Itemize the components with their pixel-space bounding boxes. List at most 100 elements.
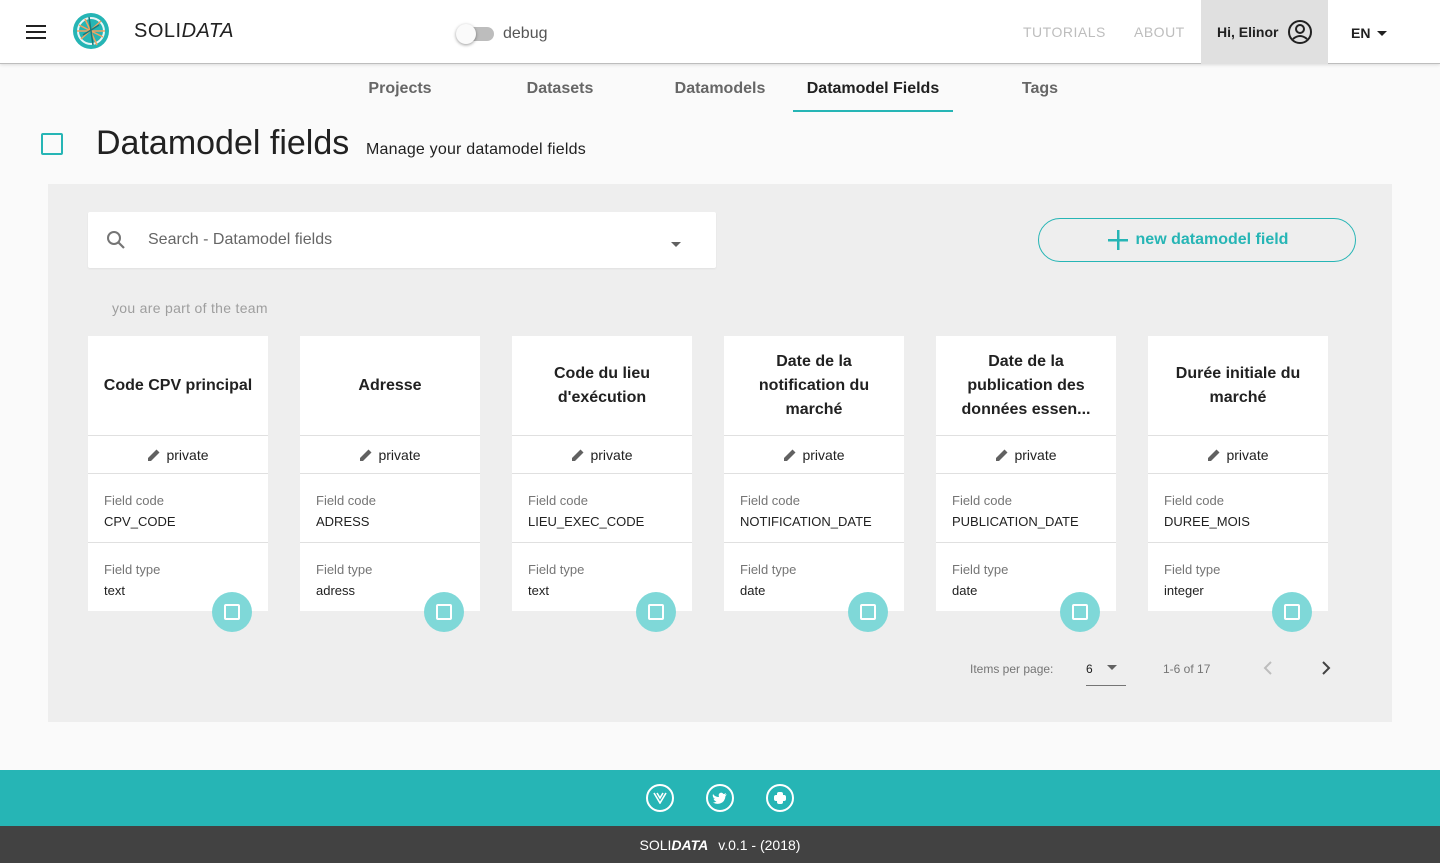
visibility-row[interactable]: private [1148,436,1328,474]
field-type-label: Field type [104,562,161,577]
page-title: Datamodel fields [96,124,350,162]
card-title[interactable]: Date de la publication des données essen… [936,336,1116,436]
tab-tags[interactable]: Tags [960,64,1120,112]
pagination-range: 1-6 of 17 [1163,662,1211,676]
previous-page-button[interactable] [1258,658,1278,683]
field-code-label: Field code [740,493,800,508]
field-code-row: Field code DUREE_MOIS [1148,474,1328,543]
new-datamodel-field-button[interactable]: new datamodel field [1038,218,1356,262]
visibility-label: private [378,446,421,463]
plus-icon [1107,230,1128,250]
datamodel-field-card[interactable]: Durée initiale du marché private Field c… [1148,336,1328,632]
card-title[interactable]: Adresse [300,336,480,436]
crop-square-icon [1072,604,1088,620]
field-type-label: Field type [528,562,585,577]
chevron-left-icon [1263,661,1272,675]
datamodel-field-card[interactable]: Date de la notification du marché privat… [724,336,904,632]
field-code-label: Field code [316,493,376,508]
solidata-logo[interactable] [71,11,111,51]
crop-square-icon [436,604,452,620]
visibility-label: private [1014,446,1057,463]
debug-toggle[interactable] [456,22,494,46]
visibility-label: private [1226,446,1269,463]
field-code-row: Field code LIEU_EXEC_CODE [512,474,692,543]
visibility-row[interactable]: private [88,436,268,474]
datamodel-field-card[interactable]: Adresse private Field code ADRESS Field … [300,336,480,632]
crop-square-icon [41,133,63,155]
card-action-button[interactable] [1060,592,1100,632]
card-action-button[interactable] [212,592,252,632]
crop-square-icon [1284,604,1300,620]
language-label: EN [1351,25,1371,41]
field-code-row: Field code CPV_CODE [88,474,268,543]
visibility-row[interactable]: private [724,436,904,474]
next-page-button[interactable] [1316,658,1336,683]
field-code-value: DUREE_MOIS [1164,514,1250,529]
visibility-row[interactable]: private [300,436,480,474]
tab-datamodels[interactable]: Datamodels [640,64,800,112]
field-code-row: Field code NOTIFICATION_DATE [724,474,904,543]
footer-brand-suffix: DATA [671,836,709,853]
field-code-label: Field code [104,493,164,508]
field-code-value: PUBLICATION_DATE [952,514,1079,529]
page-subtitle: Manage your datamodel fields [366,141,586,158]
visibility-label: private [166,446,209,463]
card-title[interactable]: Date de la notification du marché [724,336,904,436]
chevron-right-icon [1322,661,1331,675]
datamodel-field-card[interactable]: Code du lieu d'exécution private Field c… [512,336,692,632]
field-code-label: Field code [1164,493,1224,508]
crop-square-icon [224,604,240,620]
user-greeting: Hi, Elinor [1217,24,1279,40]
card-title[interactable]: Code CPV principal [88,336,268,436]
card-action-button[interactable] [848,592,888,632]
field-code-value: CPV_CODE [104,514,176,529]
tutorials-link[interactable]: TUTORIALS [1023,24,1106,40]
tab-datasets[interactable]: Datasets [480,64,640,112]
python-icon[interactable] [766,784,794,812]
field-type-label: Field type [316,562,373,577]
user-menu-button[interactable]: Hi, Elinor [1201,0,1328,64]
field-type-label: Field type [952,562,1009,577]
visibility-row[interactable]: private [936,436,1116,474]
card-action-button[interactable] [424,592,464,632]
search-icon [106,230,126,255]
datamodel-field-card[interactable]: Code CPV principal private Field code CP… [88,336,268,632]
visibility-label: private [802,446,845,463]
items-per-page-value: 6 [1086,662,1093,676]
tab-projects[interactable]: Projects [320,64,480,112]
menu-icon[interactable] [20,16,52,48]
items-per-page-select[interactable]: 6 [1086,654,1126,686]
footer-version: v.0.1 - (2018) [718,836,801,853]
field-type-label: Field type [740,562,797,577]
arrow-drop-down-icon [1107,665,1117,670]
edit-icon [1208,449,1220,461]
brand-name: SOLIDATA [134,20,234,42]
search-bar[interactable] [88,212,716,268]
field-code-value: LIEU_EXEC_CODE [528,514,645,529]
field-code-label: Field code [528,493,588,508]
field-code-row: Field code ADRESS [300,474,480,543]
field-type-label: Field type [1164,562,1221,577]
account-circle-icon [1287,19,1313,50]
crop-square-icon [648,604,664,620]
edit-icon [784,449,796,461]
arrow-drop-down-icon[interactable] [670,236,682,254]
search-input[interactable] [148,226,648,254]
field-code-label: Field code [952,493,1012,508]
edit-icon [360,449,372,461]
card-title[interactable]: Code du lieu d'exécution [512,336,692,436]
card-action-button[interactable] [636,592,676,632]
about-link[interactable]: ABOUT [1134,24,1185,40]
visibility-row[interactable]: private [512,436,692,474]
card-title[interactable]: Durée initiale du marché [1148,336,1328,436]
crop-square-icon [860,604,876,620]
card-action-button[interactable] [1272,592,1312,632]
field-code-value: ADRESS [316,514,370,529]
twitter-icon[interactable] [706,784,734,812]
tab-datamodel-fields[interactable]: Datamodel Fields [793,64,953,112]
vue-icon[interactable] [646,784,674,812]
footer-links [0,770,1440,826]
datamodel-field-card[interactable]: Date de la publication des données essen… [936,336,1116,632]
language-selector[interactable]: EN [1351,23,1392,43]
team-note: you are part of the team [112,300,268,316]
